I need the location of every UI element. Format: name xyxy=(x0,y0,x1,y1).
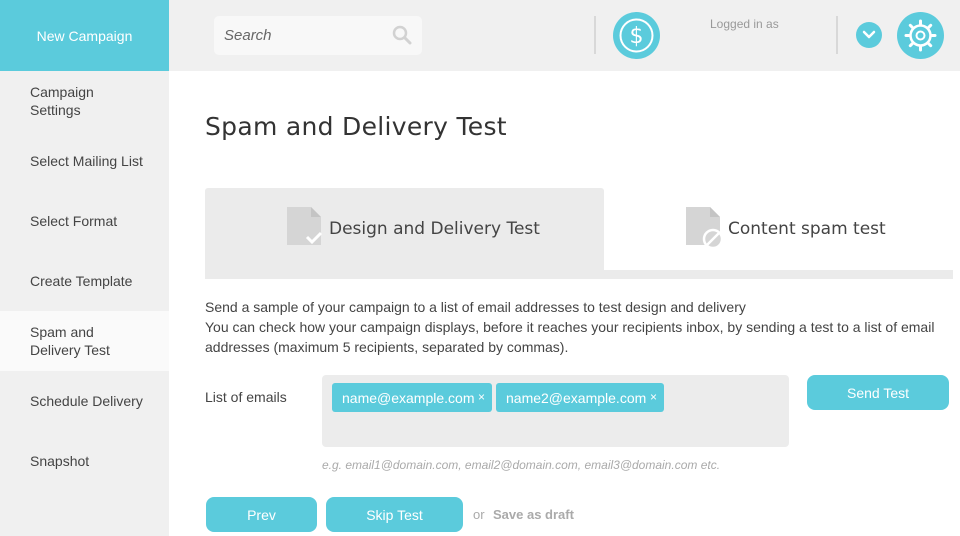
document-check-icon xyxy=(285,207,327,254)
new-campaign-header[interactable]: New Campaign xyxy=(0,0,169,71)
emails-hint: e.g. email1@domain.com, email2@domain.co… xyxy=(322,458,721,472)
search-icon[interactable] xyxy=(392,25,412,45)
sidebar: New Campaign Campaign Settings Select Ma… xyxy=(0,0,169,536)
top-bar: $ Logged in as xyxy=(169,0,960,71)
sidebar-item-campaign-settings[interactable]: Campaign Settings xyxy=(0,71,169,131)
emails-input[interactable]: name@example.com × name2@example.com × xyxy=(322,375,789,447)
emails-label: List of emails xyxy=(205,389,287,405)
test-description: Send a sample of your campaign to a list… xyxy=(205,297,935,357)
gear-icon[interactable] xyxy=(897,12,944,59)
sidebar-item-schedule-delivery[interactable]: Schedule Delivery xyxy=(0,371,169,431)
email-tag-text: name2@example.com xyxy=(506,389,647,406)
divider xyxy=(836,16,838,54)
email-tag: name2@example.com × xyxy=(496,383,664,412)
sidebar-item-select-mailing-list[interactable]: Select Mailing List xyxy=(0,131,169,191)
description-line: Send a sample of your campaign to a list… xyxy=(205,299,746,315)
search-input[interactable] xyxy=(224,27,384,44)
or-text: or xyxy=(473,507,485,522)
description-line: You can check how your campaign displays… xyxy=(205,319,935,355)
sidebar-item-snapshot[interactable]: Snapshot xyxy=(0,431,169,491)
remove-email-icon[interactable]: × xyxy=(650,390,657,404)
document-blocked-icon xyxy=(684,207,726,254)
chevron-down-icon[interactable] xyxy=(856,22,882,48)
send-test-button[interactable]: Send Test xyxy=(807,375,949,410)
tab-label: Content spam test xyxy=(728,219,886,239)
sidebar-item-spam-delivery-test[interactable]: Spam and Delivery Test xyxy=(0,311,169,371)
search-box xyxy=(214,16,422,55)
divider xyxy=(594,16,596,54)
sidebar-nav: Campaign Settings Select Mailing List Se… xyxy=(0,71,169,491)
save-as-draft-link[interactable]: Save as draft xyxy=(493,507,574,522)
skip-test-button[interactable]: Skip Test xyxy=(326,497,463,532)
tab-label: Design and Delivery Test xyxy=(329,219,540,239)
logged-in-text: Logged in as xyxy=(710,17,779,31)
tab-content-spam-test[interactable]: Content spam test xyxy=(604,188,953,270)
email-tag-text: name@example.com xyxy=(342,389,475,406)
prev-button[interactable]: Prev xyxy=(206,497,317,532)
email-tag: name@example.com × xyxy=(332,383,492,412)
dollar-icon[interactable]: $ xyxy=(613,12,660,59)
tabs-underline xyxy=(205,270,953,279)
test-tabs: Design and Delivery Test Content spam te… xyxy=(205,188,953,279)
sidebar-item-create-template[interactable]: Create Template xyxy=(0,251,169,311)
svg-text:$: $ xyxy=(630,24,644,49)
tab-design-delivery-test[interactable]: Design and Delivery Test xyxy=(205,188,604,270)
sidebar-item-select-format[interactable]: Select Format xyxy=(0,191,169,251)
remove-email-icon[interactable]: × xyxy=(478,390,485,404)
page-title: Spam and Delivery Test xyxy=(205,112,507,141)
